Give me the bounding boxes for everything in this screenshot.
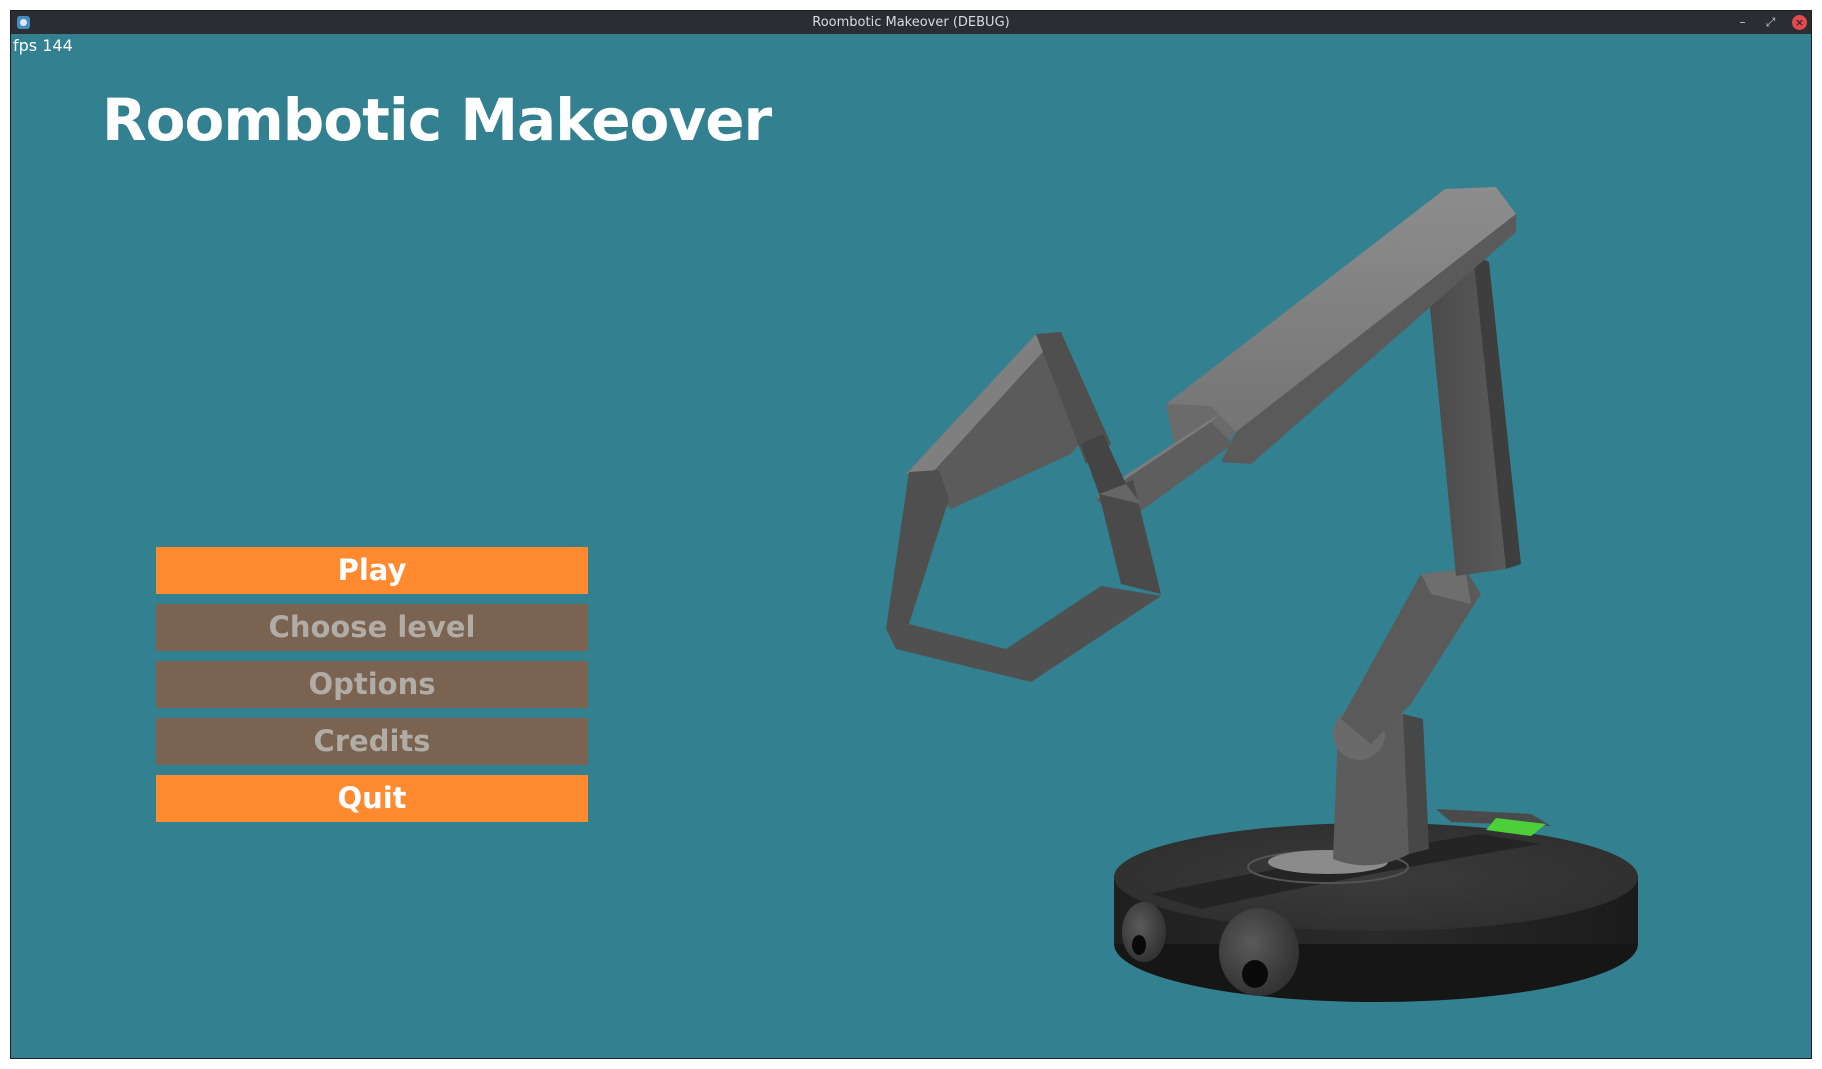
fps-counter: fps 144 <box>13 36 73 55</box>
choose-level-button[interactable]: Choose level <box>156 604 588 651</box>
claw-lower-finger <box>886 470 1161 682</box>
minimize-icon[interactable]: – <box>1734 14 1751 31</box>
main-menu: Play Choose level Options Credits Quit <box>156 547 588 832</box>
game-title: Roombotic Makeover <box>102 86 772 154</box>
game-window: Roombotic Makeover (DEBUG) – ⤢ × fps 144… <box>10 10 1812 1059</box>
play-button[interactable]: Play <box>156 547 588 594</box>
game-viewport: fps 144 Roombotic Makeover Play Choose l… <box>11 34 1811 1058</box>
maximize-icon[interactable]: ⤢ <box>1762 14 1779 31</box>
window-title: Roombotic Makeover (DEBUG) <box>812 15 1010 30</box>
close-icon[interactable]: × <box>1792 15 1807 30</box>
robot-scene <box>886 187 1638 1002</box>
window-titlebar[interactable]: Roombotic Makeover (DEBUG) – ⤢ × <box>11 11 1811 34</box>
options-button[interactable]: Options <box>156 661 588 708</box>
quit-button[interactable]: Quit <box>156 775 588 822</box>
credits-button[interactable]: Credits <box>156 718 588 765</box>
arm-upper <box>1426 254 1521 576</box>
